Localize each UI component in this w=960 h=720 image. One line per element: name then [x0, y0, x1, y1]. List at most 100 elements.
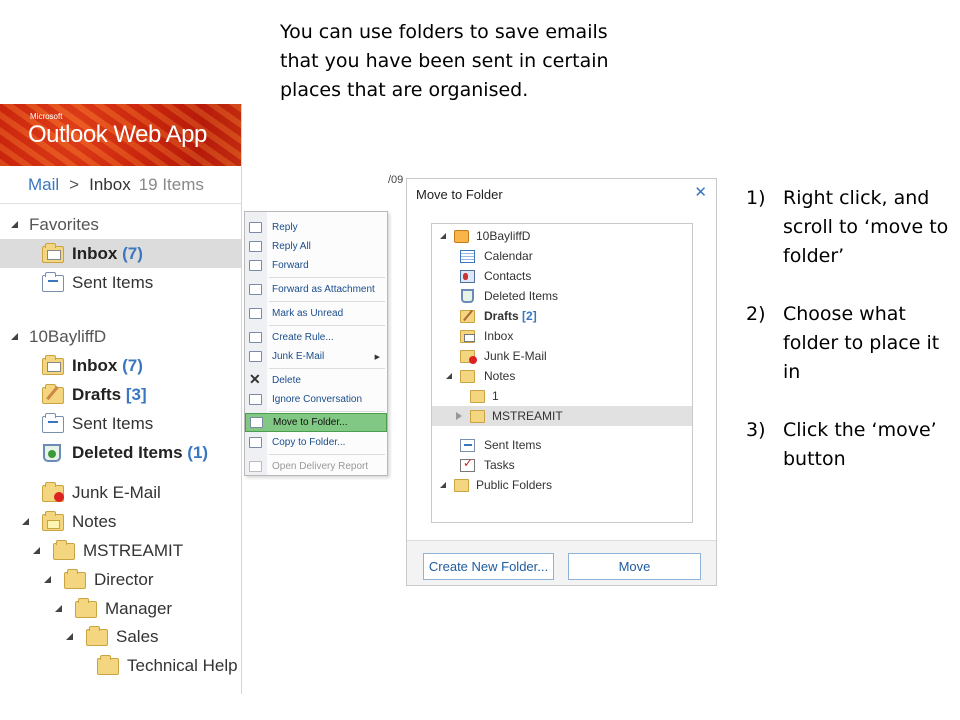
menu-item-label: Delete — [272, 375, 301, 386]
folder-label: Calendar — [484, 249, 533, 263]
junk-mail-icon — [460, 350, 477, 364]
menu-item-label: Forward — [272, 260, 309, 271]
inbox-folder-icon — [460, 330, 475, 343]
folder-item-junk[interactable]: Junk E-Mail — [432, 346, 692, 366]
folder-item-inbox[interactable]: Inbox — [432, 326, 692, 346]
dialog-title: Move to Folder — [416, 187, 503, 202]
folder-label: Sent Items — [484, 438, 542, 452]
menu-item-ignore-conversation[interactable]: Ignore Conversation — [245, 390, 387, 409]
steps-list: 1) Right click, and scroll to ‘move to f… — [746, 184, 956, 503]
breadcrumb-mail-link[interactable]: Mail — [28, 175, 59, 195]
tree-label: MSTREAMIT — [83, 540, 184, 560]
owa-folder-pane: Microsoft Outlook Web App Mail > Inbox 1… — [0, 104, 242, 694]
tree-item-manager[interactable]: Manager — [0, 594, 241, 623]
favorites-header[interactable]: Favorites — [0, 210, 241, 239]
expand-arrow-icon[interactable] — [446, 373, 452, 379]
expand-arrow-icon[interactable] — [44, 576, 52, 584]
folder-item-1[interactable]: 1 — [432, 386, 692, 406]
menu-item-forward-attachment[interactable]: Forward as Attachment — [245, 280, 387, 299]
move-button[interactable]: Move — [568, 553, 701, 580]
folder-label: Deleted Items — [484, 289, 559, 303]
folder-icon — [86, 626, 108, 646]
menu-item-forward[interactable]: Forward — [245, 256, 387, 275]
ignore-conversation-icon — [249, 394, 262, 405]
folder-item-public[interactable]: Public Folders — [432, 475, 692, 495]
folder-icon — [53, 540, 75, 560]
expand-arrow-icon[interactable] — [66, 633, 74, 641]
folder-item-sent[interactable]: Sent Items — [432, 435, 692, 455]
tree-item-favorites-sent[interactable]: Sent Items — [0, 268, 241, 297]
unread-count: (1) — [187, 442, 209, 462]
menu-item-reply-all[interactable]: Reply All — [245, 237, 387, 256]
intro-line: places that are organised. — [280, 79, 529, 101]
delete-icon: ✕ — [249, 371, 261, 387]
tree-item-director[interactable]: Director — [0, 565, 241, 594]
tree-item-favorites-inbox[interactable]: Inbox (7) — [0, 239, 241, 268]
tree-label: Technical Help — [127, 655, 238, 675]
folder-item-deleted[interactable]: Deleted Items — [432, 286, 692, 306]
tree-item-junk[interactable]: Junk E-Mail — [0, 478, 241, 507]
step-text: Choose what folder to place it in — [783, 303, 940, 383]
context-menu: Reply Reply All Forward Forward as Attac… — [244, 211, 388, 476]
tree-item-sent[interactable]: Sent Items — [0, 409, 241, 438]
menu-item-open-delivery-report: Open Delivery Report — [245, 457, 387, 476]
folder-item-tasks[interactable]: Tasks — [432, 455, 692, 475]
menu-item-create-rule[interactable]: Create Rule... — [245, 328, 387, 347]
junk-mail-icon — [249, 351, 262, 362]
folder-item-drafts[interactable]: Drafts [2] — [432, 306, 692, 326]
unread-count: (7) — [122, 243, 143, 263]
tree-item-sales[interactable]: Sales — [0, 622, 241, 651]
folder-item-contacts[interactable]: Contacts — [432, 266, 692, 286]
menu-item-label: Open Delivery Report — [272, 461, 369, 472]
tree-label: Sent Items — [72, 272, 154, 292]
tasks-icon — [460, 456, 475, 472]
menu-item-mark-unread[interactable]: Mark as Unread — [245, 304, 387, 323]
expand-arrow-icon[interactable] — [22, 518, 30, 526]
menu-item-copy-to-folder[interactable]: Copy to Folder... — [245, 433, 387, 452]
intro-line: that you have been sent in certain — [280, 50, 609, 72]
folder-item-notes[interactable]: Notes — [432, 366, 692, 386]
folder-label: 10BayliffD — [476, 229, 531, 243]
menu-separator — [269, 277, 385, 278]
copy-to-folder-icon — [249, 437, 262, 448]
menu-item-junk-email[interactable]: Junk E-Mail ▶ — [245, 347, 387, 366]
create-new-folder-button[interactable]: Create New Folder... — [423, 553, 554, 580]
deleted-items-icon — [43, 444, 61, 462]
tree-label: Notes — [72, 511, 117, 531]
folder-item-calendar[interactable]: Calendar — [432, 246, 692, 266]
expand-arrow-icon[interactable] — [11, 221, 19, 229]
close-icon[interactable]: ✕ — [694, 183, 707, 201]
submenu-arrow-icon: ▶ — [374, 353, 380, 361]
menu-item-reply[interactable]: Reply — [245, 218, 387, 237]
expand-arrow-icon[interactable] — [11, 333, 19, 341]
expand-arrow-icon[interactable] — [440, 482, 446, 488]
folder-icon — [64, 569, 86, 589]
folder-label: Public Folders — [476, 478, 553, 492]
menu-item-delete[interactable]: ✕ Delete — [245, 371, 387, 390]
tree-item-deleted[interactable]: Deleted Items (1) — [0, 438, 241, 467]
menu-item-label: Junk E-Mail — [272, 351, 325, 362]
step-number: 2) — [746, 303, 766, 325]
step-item: 3) Click the ‘move’ button — [746, 416, 956, 474]
menu-item-move-to-folder[interactable]: Move to Folder... — [245, 413, 387, 432]
tree-item-drafts[interactable]: Drafts [3] — [0, 380, 241, 409]
folder-item-mstreamit[interactable]: MSTREAMIT — [432, 406, 692, 426]
sent-items-icon — [42, 413, 64, 433]
draft-count: [2] — [522, 309, 537, 323]
tree-item-notes[interactable]: Notes — [0, 507, 241, 536]
folder-item-root[interactable]: 10BayliffD — [432, 226, 692, 246]
step-text: Right click, and scroll to ‘move to fold… — [783, 187, 949, 267]
forward-attachment-icon — [249, 284, 262, 295]
expand-arrow-icon[interactable] — [440, 233, 446, 239]
expand-arrow-icon[interactable] — [33, 547, 41, 555]
tree-item-technical-help[interactable]: Technical Help — [0, 651, 241, 680]
tree-label: Junk E-Mail — [72, 482, 161, 502]
tree-item-inbox[interactable]: Inbox (7) — [0, 351, 241, 380]
mailbox-header[interactable]: 10BayliffD — [0, 322, 241, 351]
move-to-folder-icon — [250, 417, 263, 428]
collapse-arrow-icon[interactable] — [456, 412, 462, 420]
menu-separator — [269, 325, 385, 326]
inbox-folder-icon — [42, 243, 64, 263]
tree-item-mstreamit[interactable]: MSTREAMIT — [0, 536, 241, 565]
expand-arrow-icon[interactable] — [55, 605, 63, 613]
